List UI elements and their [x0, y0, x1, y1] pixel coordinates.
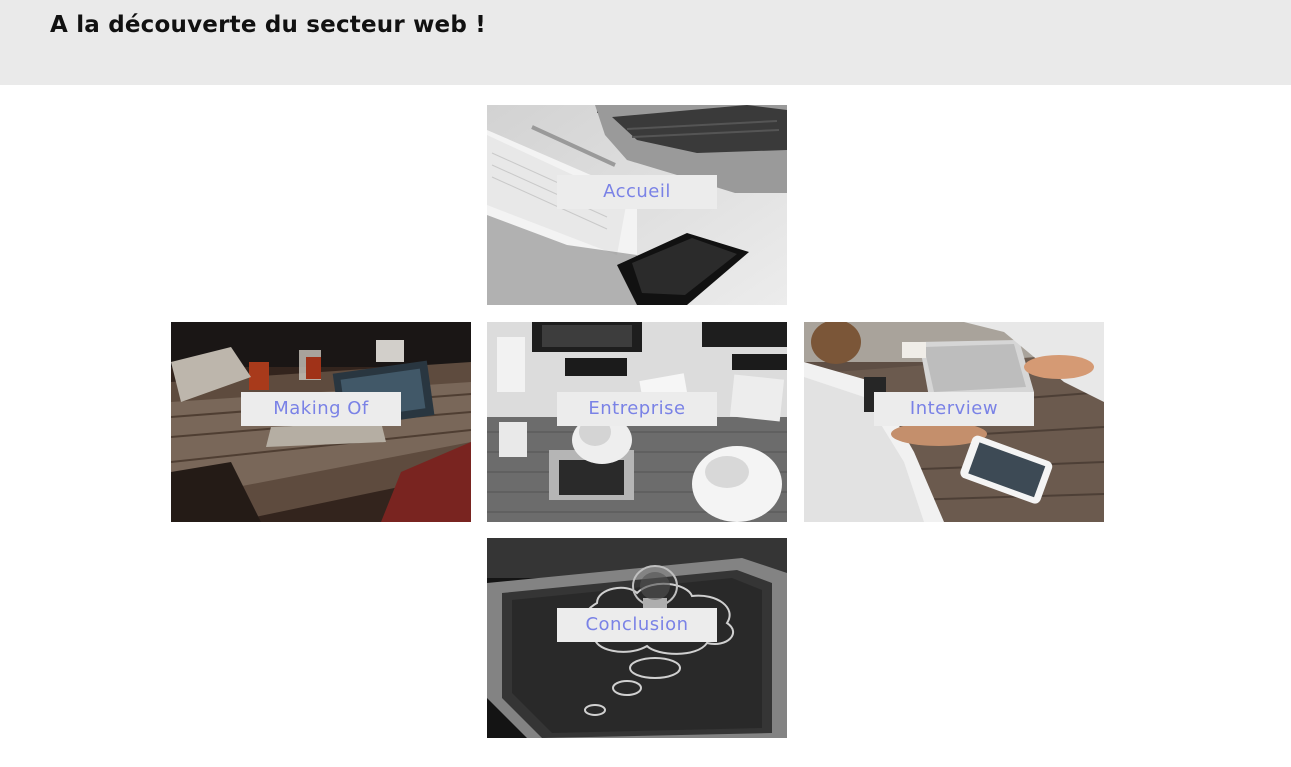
nav-tile-entreprise[interactable]: Entreprise [487, 322, 787, 522]
nav-tile-making-of[interactable]: Making Of [171, 322, 471, 522]
page-title: A la découverte du secteur web ! [50, 12, 486, 38]
tile-label: Conclusion [557, 608, 717, 642]
nav-tile-accueil[interactable]: Accueil [487, 105, 787, 305]
site-header: A la découverte du secteur web ! [0, 0, 1291, 85]
tile-label: Interview [874, 392, 1034, 426]
nav-tile-interview[interactable]: Interview [804, 322, 1104, 522]
tile-label: Accueil [557, 175, 717, 209]
nav-tile-conclusion[interactable]: Conclusion [487, 538, 787, 738]
tile-label: Entreprise [557, 392, 717, 426]
tile-label: Making Of [241, 392, 401, 426]
